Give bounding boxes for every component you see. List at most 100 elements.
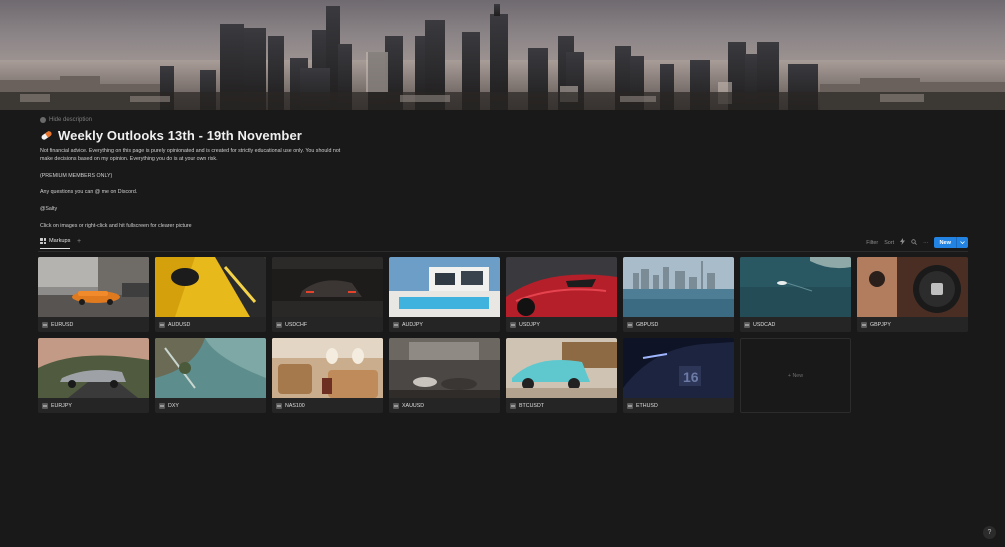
view-toolbar: Filter Sort ··· New: [866, 237, 968, 248]
gallery-card[interactable]: USDCAD: [740, 257, 851, 332]
card-title: USDCAD: [753, 321, 776, 328]
card-thumbnail: [389, 338, 500, 398]
description-line: Not financial advice. Everything on this…: [40, 148, 341, 163]
gallery-card[interactable]: AUDUSD: [155, 257, 266, 332]
card-caption: NAS100: [272, 398, 383, 413]
card-caption: XAUUSD: [389, 398, 500, 413]
card-thumbnail: [623, 257, 734, 317]
card-thumbnail: [740, 257, 851, 317]
card-thumbnail: [155, 338, 266, 398]
card-title: USDCHF: [285, 321, 308, 328]
card-caption: GBPUSD: [623, 317, 734, 332]
page-icon: [861, 321, 867, 328]
hide-description-label: Hide description: [49, 117, 93, 123]
info-icon: [40, 117, 46, 123]
card-thumbnail: [38, 257, 149, 317]
page-icon: [510, 402, 516, 409]
page-title: Weekly Outlooks 13th - 19th November: [58, 128, 302, 143]
page-icon: [42, 321, 48, 328]
new-gallery-card-button[interactable]: + New: [740, 338, 851, 413]
new-button-label: New: [939, 239, 951, 246]
page-icon: [276, 321, 282, 328]
card-thumbnail: [857, 257, 968, 317]
gallery-card[interactable]: EURUSD: [38, 257, 149, 332]
page-icon: [510, 321, 516, 328]
gallery-card[interactable]: AUDJPY: [389, 257, 500, 332]
gallery-card[interactable]: NAS100: [272, 338, 383, 413]
card-caption: EURJPY: [38, 398, 149, 413]
view-divider: [38, 251, 968, 252]
card-thumbnail: [272, 257, 383, 317]
card-thumbnail: [389, 257, 500, 317]
card-title: GBPUSD: [636, 321, 659, 328]
gallery-card[interactable]: USDCHF: [272, 257, 383, 332]
card-title: BTCUSDT: [519, 402, 545, 409]
gallery-card[interactable]: XAUUSD: [389, 338, 500, 413]
description-line: (PREMIUM MEMBERS ONLY): [40, 172, 113, 179]
page-icon: [393, 402, 399, 409]
gallery-card[interactable]: USDJPY: [506, 257, 617, 332]
page-icon: [276, 402, 282, 409]
card-thumbnail: [506, 338, 617, 398]
pill-emoji-icon[interactable]: [40, 129, 53, 142]
database-view-bar: Markups + Filter Sort ··· New: [38, 237, 968, 251]
page-icon: [627, 321, 633, 328]
tab-markups-label: Markups: [49, 238, 71, 244]
card-thumbnail: [38, 338, 149, 398]
new-button[interactable]: New: [934, 237, 968, 248]
card-caption: DXY: [155, 398, 266, 413]
card-thumbnail: 16: [623, 338, 734, 398]
search-icon[interactable]: [911, 238, 917, 247]
card-caption: BTCUSDT: [506, 398, 617, 413]
card-title: USDJPY: [519, 321, 540, 328]
card-title: EURJPY: [51, 402, 72, 409]
gallery-grid-icon: [40, 238, 46, 244]
gallery-card[interactable]: EURJPY: [38, 338, 149, 413]
cover-image: [0, 0, 1005, 110]
page-icon: [393, 321, 399, 328]
card-caption: USDCHF: [272, 317, 383, 332]
page-icon: [627, 402, 633, 409]
card-caption: AUDUSD: [155, 317, 266, 332]
page-icon: [744, 321, 750, 328]
help-button[interactable]: ?: [983, 526, 996, 539]
card-thumbnail: [272, 338, 383, 398]
description-line: Click on images or right-click and hit f…: [40, 222, 192, 229]
description-line: @Salty: [40, 206, 58, 213]
card-title: NAS100: [285, 402, 305, 409]
card-caption: EURUSD: [38, 317, 149, 332]
sort-button[interactable]: Sort: [884, 240, 894, 246]
hide-description-toggle[interactable]: Hide description: [40, 117, 92, 123]
card-caption: GBPJPY: [857, 317, 968, 332]
gallery-card[interactable]: BTCUSDT: [506, 338, 617, 413]
description-line: [40, 180, 350, 188]
gallery-card[interactable]: GBPUSD: [623, 257, 734, 332]
card-title: GBPJPY: [870, 321, 891, 328]
card-title: ETHUSD: [636, 402, 658, 409]
card-title: DXY: [168, 402, 179, 409]
description-line: [40, 197, 350, 205]
page-icon: [159, 402, 165, 409]
tab-markups[interactable]: Markups: [40, 238, 71, 249]
description-line: [40, 164, 350, 172]
page-title-row: Weekly Outlooks 13th - 19th November: [40, 128, 302, 143]
card-title: XAUUSD: [402, 402, 425, 409]
card-thumbnail: [155, 257, 266, 317]
description-line: Any questions you can @ me on Discord.: [40, 189, 138, 196]
card-caption: AUDJPY: [389, 317, 500, 332]
gallery-card[interactable]: DXY: [155, 338, 266, 413]
card-caption: USDCAD: [740, 317, 851, 332]
gallery-card[interactable]: GBPJPY: [857, 257, 968, 332]
svg-text:16: 16: [683, 369, 699, 385]
filter-button[interactable]: Filter: [866, 240, 878, 246]
add-view-button[interactable]: +: [77, 238, 81, 245]
card-title: AUDJPY: [402, 321, 423, 328]
gallery-card[interactable]: 16 ETHUSD: [623, 338, 734, 413]
card-thumbnail: [506, 257, 617, 317]
lightning-icon[interactable]: [900, 238, 906, 247]
more-options-button[interactable]: ···: [923, 240, 928, 246]
description-line: [40, 213, 350, 221]
chevron-down-icon[interactable]: [956, 237, 968, 248]
page-description: Not financial advice. Everything on this…: [40, 147, 350, 230]
page-icon: [42, 402, 48, 409]
